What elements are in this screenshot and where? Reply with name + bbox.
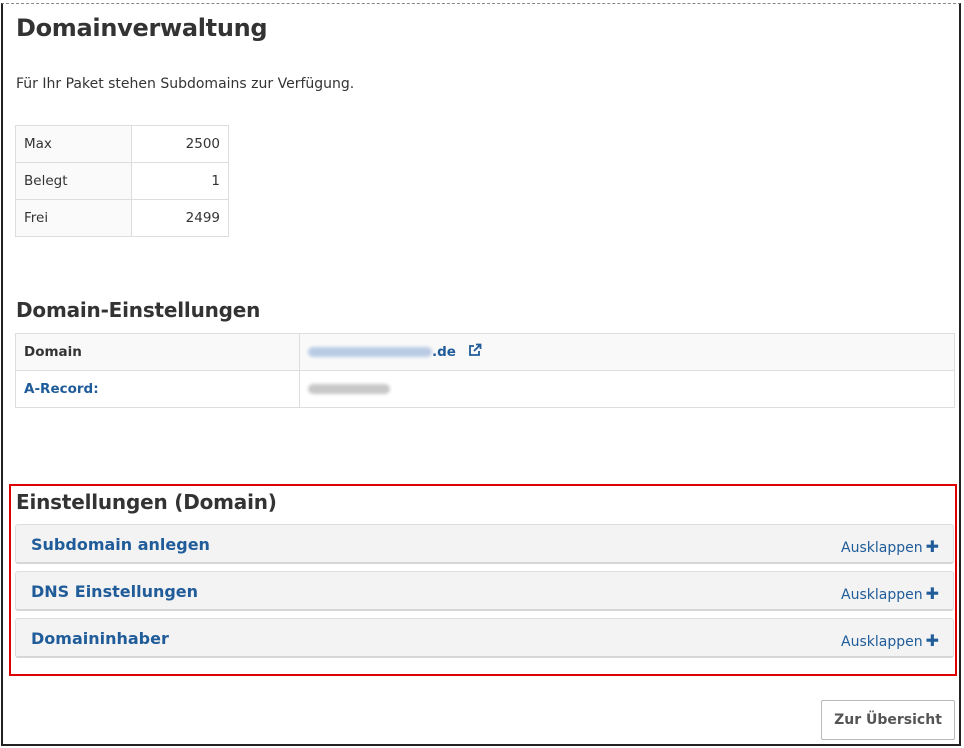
table-row: Belegt 1 [15,162,229,200]
expand-label: Ausklappen [841,540,923,556]
table-row: Max 2500 [15,125,229,163]
quota-label-used: Belegt [15,162,132,200]
quota-value-max: 2500 [131,125,229,163]
page-title: Domainverwaltung [16,14,268,42]
plus-icon: ✚ [925,584,939,603]
expand-label: Ausklappen [841,587,923,603]
domain-options-heading: Einstellungen (Domain) [16,490,277,514]
plus-icon: ✚ [925,631,939,650]
panel-domaininhaber[interactable]: Domaininhaber Ausklappen ✚ [15,618,954,658]
domain-settings-heading: Domain-Einstellungen [16,298,261,322]
domain-tld: de [437,344,456,360]
panel-title: Subdomain anlegen [31,535,210,554]
back-to-overview-button[interactable]: Zur Übersicht [821,700,955,740]
domain-settings-table: Domain .de A-Record: [15,333,955,408]
external-link-icon[interactable] [468,343,482,361]
table-row: Frei 2499 [15,199,229,237]
domain-label: Domain [15,333,300,371]
expand-toggle[interactable]: Ausklappen ✚ [841,584,939,603]
expand-toggle[interactable]: Ausklappen ✚ [841,537,939,556]
panel-subdomain-anlegen[interactable]: Subdomain anlegen Ausklappen ✚ [15,524,954,564]
quota-label-free: Frei [15,199,132,237]
expand-label: Ausklappen [841,634,923,650]
domain-value: .de [299,333,955,371]
domain-link[interactable]: .de [308,344,460,360]
a-record-label[interactable]: A-Record: [15,370,300,408]
quota-label-max: Max [15,125,132,163]
redacted-domain-name [308,347,432,357]
quota-table: Max 2500 Belegt 1 Frei 2499 [15,125,229,237]
expand-toggle[interactable]: Ausklappen ✚ [841,631,939,650]
panel-title: Domaininhaber [31,629,169,648]
quota-value-free: 2499 [131,199,229,237]
table-row: Domain .de [15,333,955,371]
quota-value-used: 1 [131,162,229,200]
panel-dns-einstellungen[interactable]: DNS Einstellungen Ausklappen ✚ [15,571,954,611]
a-record-value [299,370,955,408]
plus-icon: ✚ [925,537,939,556]
intro-text: Für Ihr Paket stehen Subdomains zur Verf… [16,76,355,92]
table-row: A-Record: [15,370,955,408]
panel-title: DNS Einstellungen [31,582,199,601]
redacted-ip-address [308,384,390,394]
